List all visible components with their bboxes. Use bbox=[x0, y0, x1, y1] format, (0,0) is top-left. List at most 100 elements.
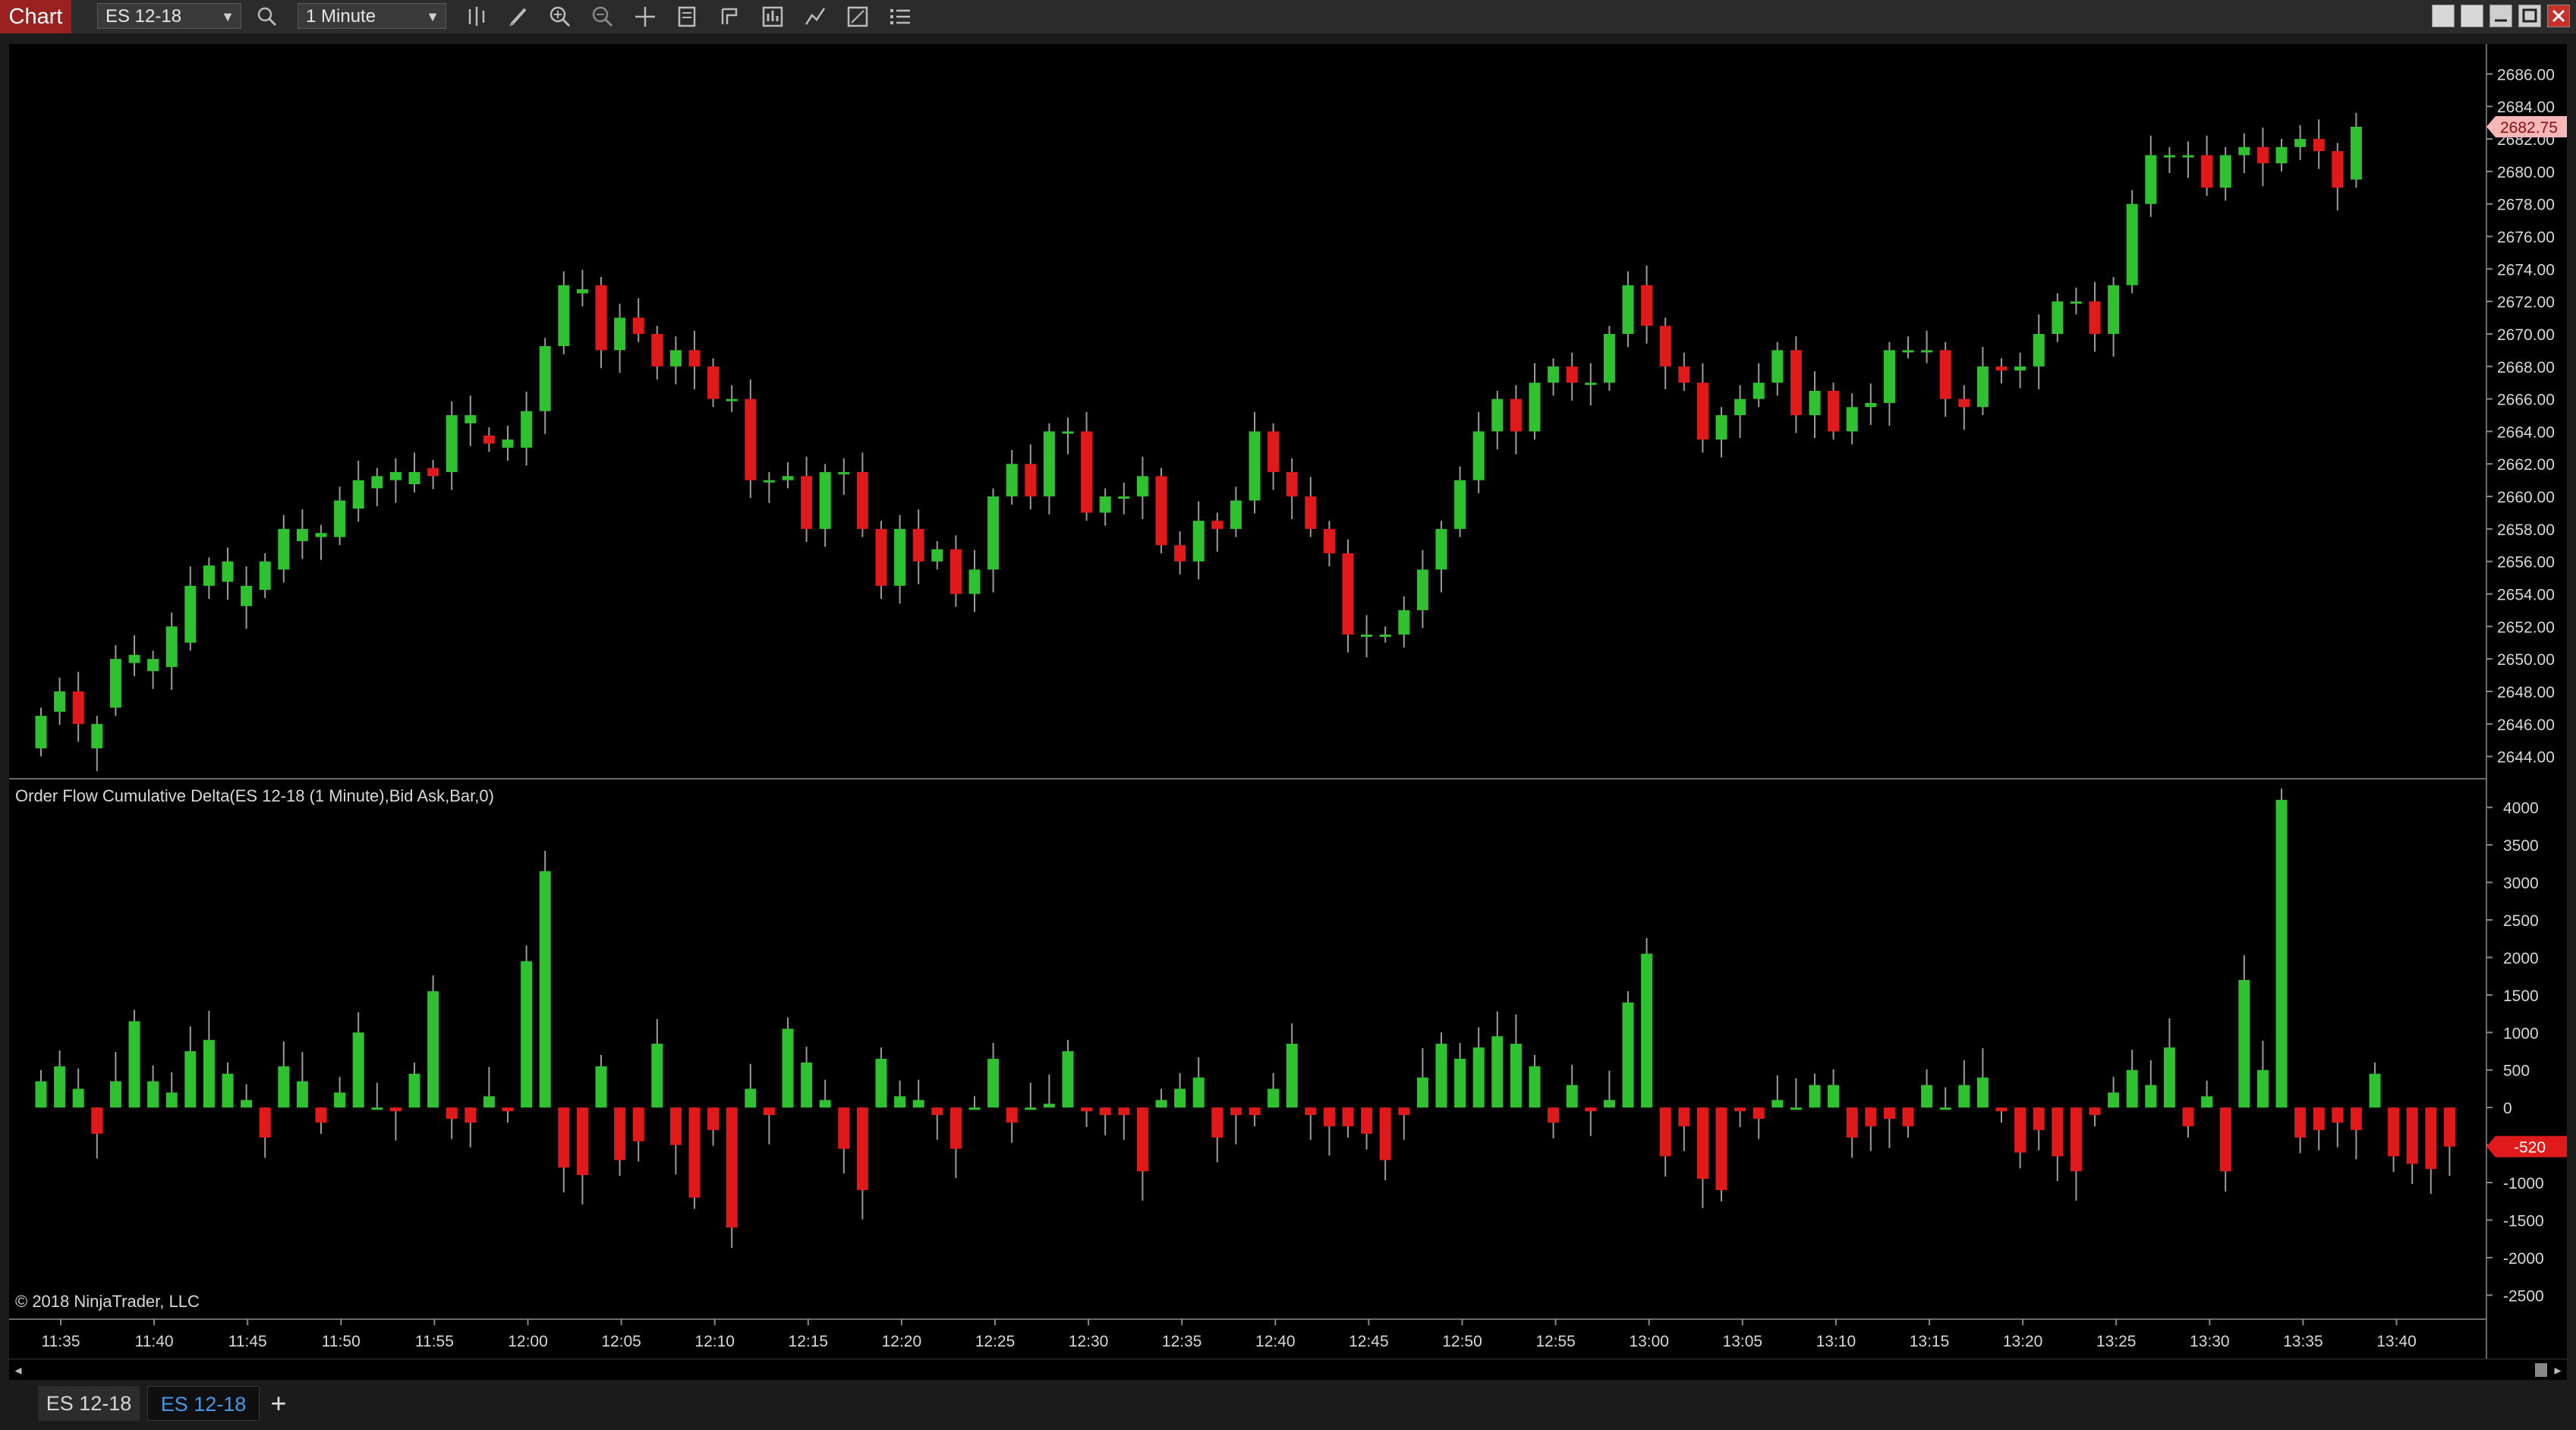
pencil-icon[interactable] bbox=[505, 3, 533, 30]
tab-es-12-18-first[interactable]: ES 12-18 bbox=[38, 1386, 140, 1421]
candle-body bbox=[109, 659, 121, 708]
candle-body bbox=[2014, 366, 2026, 371]
delta-bar-body bbox=[1529, 1066, 1541, 1108]
candle-body bbox=[1174, 545, 1186, 562]
scroll-right-arrow-icon[interactable]: ▸ bbox=[2550, 1362, 2565, 1378]
candle-body bbox=[2238, 146, 2250, 156]
candle bbox=[856, 452, 868, 537]
instrument-selector[interactable]: ES 12-18 ▼ bbox=[97, 3, 241, 29]
maximize-icon[interactable] bbox=[2518, 5, 2541, 27]
tab-es-12-18-active[interactable]: ES 12-18 bbox=[147, 1386, 260, 1421]
candle bbox=[632, 298, 644, 342]
candle bbox=[1136, 456, 1148, 520]
delta-bar-body bbox=[2201, 1096, 2213, 1108]
time-tick-label: 11:55 bbox=[415, 1333, 454, 1350]
properties-icon[interactable] bbox=[844, 3, 871, 30]
delta-bar-body bbox=[1416, 1077, 1428, 1108]
delta-bar bbox=[259, 1107, 271, 1158]
candle bbox=[72, 672, 84, 742]
candle bbox=[1192, 501, 1205, 580]
candle bbox=[2275, 139, 2288, 172]
delta-bar bbox=[1025, 1082, 1037, 1110]
delta-bar-body bbox=[1902, 1107, 1914, 1126]
indicators-icon[interactable] bbox=[759, 3, 786, 30]
delta-bar bbox=[2219, 1107, 2231, 1192]
delta-bar-body bbox=[1696, 1107, 1708, 1180]
candle-body bbox=[1510, 398, 1522, 432]
minimize-icon[interactable] bbox=[2489, 5, 2512, 27]
candle-body bbox=[2332, 151, 2344, 188]
candle bbox=[521, 391, 533, 466]
candle bbox=[1529, 363, 1541, 440]
candle-body bbox=[2145, 155, 2157, 204]
crosshair-icon[interactable] bbox=[631, 3, 659, 30]
delta-bar bbox=[745, 1063, 757, 1108]
bar-type-icon[interactable] bbox=[463, 3, 490, 30]
candle bbox=[987, 488, 1000, 593]
delta-bar-body bbox=[2294, 1107, 2307, 1138]
close-icon[interactable] bbox=[2547, 5, 2570, 27]
delta-bar-body bbox=[352, 1032, 364, 1108]
candle bbox=[2332, 143, 2344, 211]
price-tick-label: 2652.00 bbox=[2497, 619, 2555, 636]
candle bbox=[502, 425, 514, 461]
interval-selector[interactable]: 1 Minute ▼ bbox=[298, 3, 446, 29]
candle bbox=[128, 635, 140, 676]
price-tick-label: 2654.00 bbox=[2497, 587, 2555, 604]
delta-bar-body bbox=[894, 1096, 906, 1108]
candle-body bbox=[278, 528, 290, 570]
candle-body bbox=[1454, 480, 1466, 529]
delta-bar-body bbox=[2369, 1073, 2381, 1108]
horizontal-scrollbar[interactable]: ◂ ▸ bbox=[9, 1359, 2567, 1381]
delta-bar bbox=[1585, 1107, 1597, 1136]
candle-body bbox=[595, 285, 607, 351]
candle bbox=[1921, 330, 1933, 364]
candle-body bbox=[334, 500, 346, 537]
chevron-down-icon: ▼ bbox=[426, 9, 439, 24]
menu-list-icon[interactable] bbox=[886, 3, 914, 30]
candle-body bbox=[2182, 155, 2194, 158]
delta-bar-body bbox=[2033, 1107, 2045, 1130]
candle-body bbox=[1006, 464, 1018, 497]
delta-bar-body bbox=[1659, 1107, 1671, 1157]
candle-body bbox=[1099, 496, 1111, 513]
restore-icon[interactable] bbox=[2461, 5, 2483, 27]
delta-bar bbox=[427, 975, 439, 1108]
time-tick-label: 12:30 bbox=[1069, 1333, 1109, 1350]
zoom-out-icon[interactable] bbox=[589, 3, 616, 30]
candle bbox=[1286, 458, 1298, 520]
price-tick-label: 2670.00 bbox=[2497, 326, 2555, 344]
delta-bar bbox=[1472, 1027, 1485, 1108]
candle bbox=[1043, 423, 1055, 515]
drawing-tools-icon[interactable] bbox=[801, 3, 829, 30]
scroll-thumb[interactable] bbox=[2535, 1363, 2547, 1377]
chart-panel[interactable]: 2686.00 2684.00 2682.00 2680.00 2678.00 2676.… bbox=[9, 44, 2567, 1366]
add-tab-button[interactable]: + bbox=[266, 1386, 291, 1421]
delta-bar-body bbox=[54, 1066, 66, 1108]
delta-bar bbox=[801, 1047, 813, 1108]
candle-body bbox=[2033, 333, 2045, 367]
search-icon[interactable] bbox=[254, 3, 281, 30]
candle bbox=[1398, 596, 1410, 648]
data-box-icon[interactable] bbox=[674, 3, 701, 30]
candle-body bbox=[1548, 366, 1560, 383]
scroll-left-arrow-icon[interactable]: ◂ bbox=[11, 1362, 26, 1378]
delta-bar bbox=[1865, 1107, 1877, 1151]
tile-icon[interactable] bbox=[2432, 5, 2455, 27]
delta-bar bbox=[968, 1096, 981, 1110]
strategies-icon[interactable] bbox=[716, 3, 744, 30]
delta-bar-body bbox=[371, 1107, 383, 1110]
zoom-in-icon[interactable] bbox=[546, 3, 574, 30]
candle-body bbox=[1809, 390, 1821, 415]
candle bbox=[1379, 626, 1391, 643]
candle-body bbox=[1752, 383, 1765, 399]
chart-tab[interactable]: Chart bbox=[0, 0, 71, 33]
candle-body bbox=[1921, 350, 1933, 353]
delta-bar-body bbox=[446, 1107, 458, 1119]
candle bbox=[1752, 363, 1765, 408]
candle bbox=[2219, 146, 2231, 201]
candle bbox=[2182, 141, 2194, 178]
chart-canvas[interactable]: 2686.002684.002682.002680.002678.002676.… bbox=[9, 44, 2567, 1359]
delta-bar bbox=[1230, 1107, 1242, 1145]
candle-body bbox=[35, 716, 47, 748]
